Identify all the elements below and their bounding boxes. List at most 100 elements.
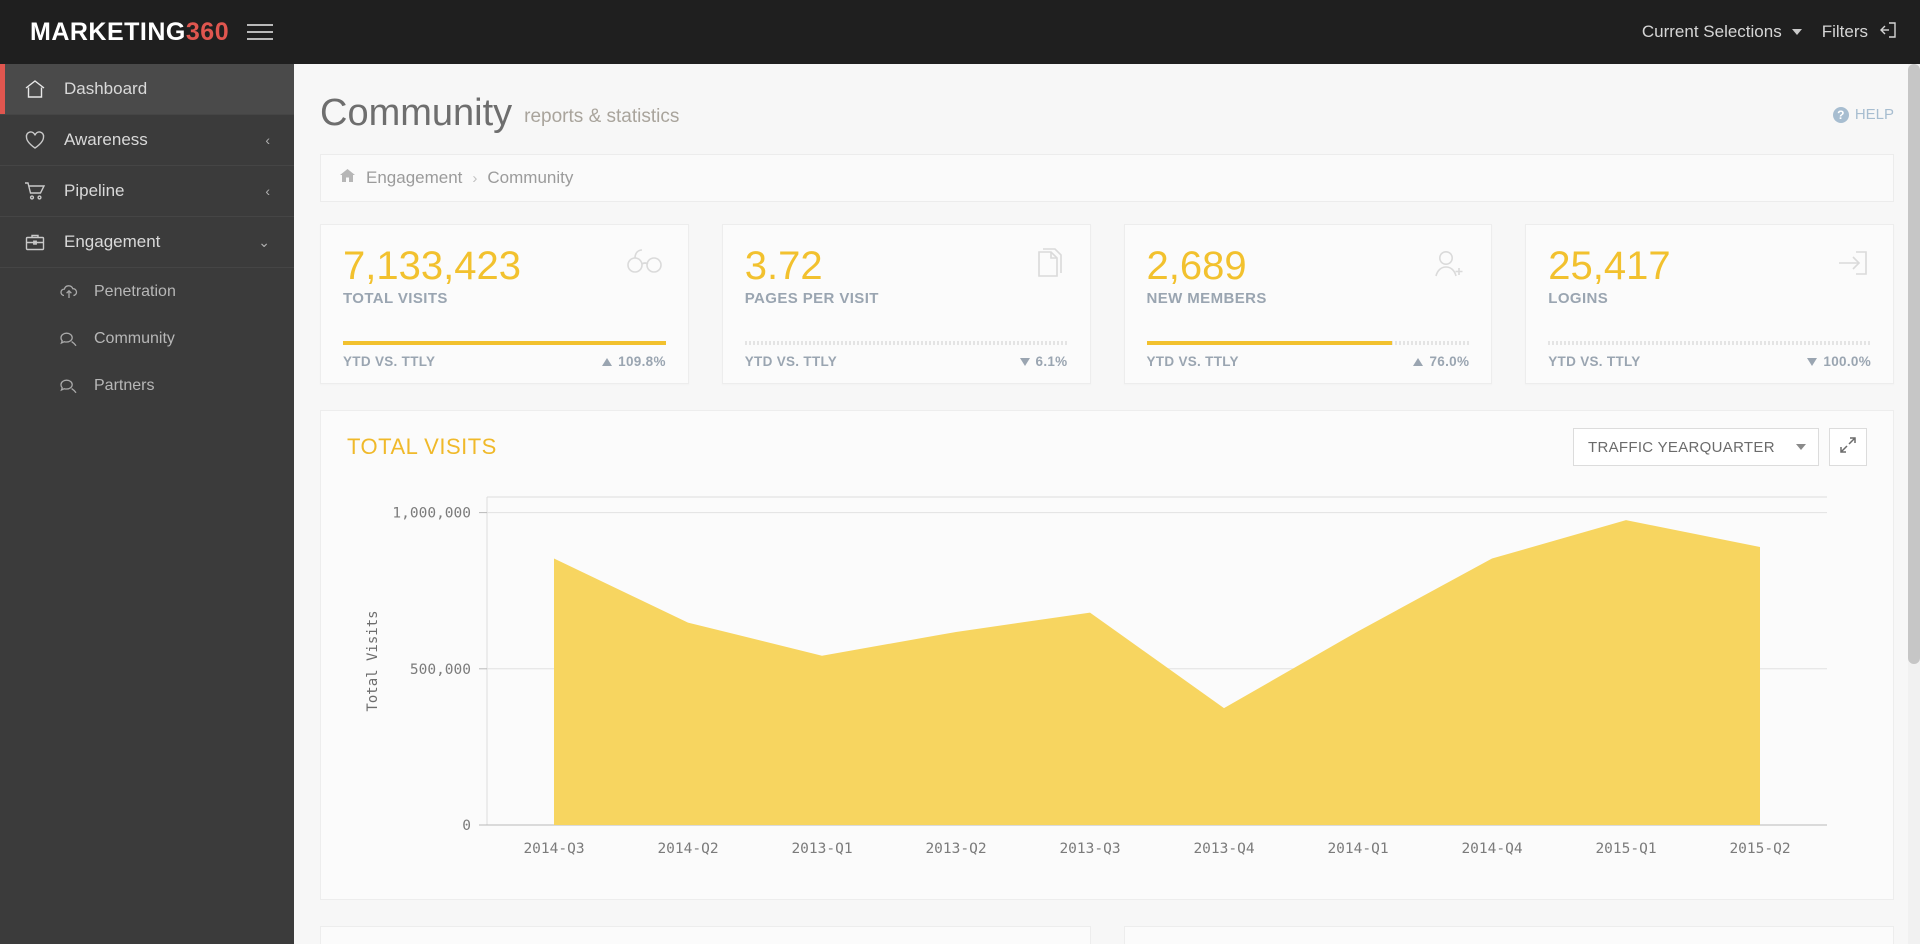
top-bar: MARKETING360 Current Selections Filters: [0, 0, 1920, 64]
kpi-progress-track: [343, 341, 666, 345]
kpi-compare-label: YTD VS. TTLY: [1146, 354, 1239, 369]
expand-icon: [1839, 436, 1857, 459]
sidebar-item-label: Awareness: [64, 130, 148, 149]
sidebar-item-pipeline[interactable]: Pipeline ‹: [0, 166, 294, 217]
kpi-delta-value: 100.0%: [1823, 354, 1871, 369]
kpi-delta: 76.0%: [1413, 354, 1469, 369]
app-logo[interactable]: MARKETING360: [30, 18, 229, 47]
help-label: HELP: [1854, 106, 1894, 123]
sidebar-item-label: Dashboard: [64, 79, 148, 98]
dimension-select-value: TRAFFIC YEARQUARTER: [1588, 438, 1775, 456]
svg-text:2014-Q2: 2014-Q2: [657, 841, 718, 857]
breadcrumb-separator: ›: [472, 169, 478, 187]
kpi-label: TOTAL VISITS: [343, 290, 448, 307]
kpi-footer: YTD VS. TTLY 6.1%: [745, 354, 1068, 369]
kpi-footer: YTD VS. TTLY 109.8%: [343, 354, 666, 369]
glasses-icon: [624, 247, 666, 282]
kpi-label: PAGES PER VISIT: [744, 290, 879, 307]
expand-button[interactable]: [1829, 428, 1867, 466]
question-circle-icon: ?: [1832, 106, 1849, 123]
heart-icon: [20, 127, 50, 153]
user-plus-icon: [1429, 247, 1469, 284]
kpi-value: 2,689: [1146, 244, 1247, 288]
triangle-down-icon: [1019, 357, 1030, 366]
scrollbar-thumb[interactable]: [1908, 64, 1920, 664]
chart-area[interactable]: 0 500,000 1,000,000 Total Visits 2014-Q3 2014…: [321, 483, 1893, 883]
current-selections-button[interactable]: Current Selections: [1642, 22, 1802, 42]
kpi-value: 7,133,423: [343, 244, 521, 288]
cloud-upload-icon: [56, 281, 82, 303]
svg-text:500,000: 500,000: [410, 662, 471, 678]
kpi-delta: 109.8%: [602, 354, 666, 369]
total-visits-area-chart[interactable]: 0 500,000 1,000,000 Total Visits 2014-Q3 2014…: [347, 483, 1867, 873]
breadcrumb-current: Community: [487, 168, 574, 187]
current-selections-label: Current Selections: [1641, 22, 1782, 41]
kpi-delta: 6.1%: [1019, 354, 1068, 369]
chevron-left-icon: ‹: [265, 132, 270, 148]
triangle-up-icon: [602, 357, 613, 366]
pages-icon: [1030, 247, 1068, 286]
page-scrollbar[interactable]: [1908, 64, 1920, 944]
kpi-delta: 100.0%: [1807, 354, 1871, 369]
svg-text:2013-Q3: 2013-Q3: [1059, 841, 1120, 857]
kpi-card-total-visits[interactable]: 7,133,423 TOTAL VISITS YTD VS. TTLY 109.…: [320, 224, 689, 384]
svg-text:2015-Q1: 2015-Q1: [1595, 841, 1656, 857]
home-icon: [339, 168, 356, 188]
kpi-progress-fill: [343, 341, 666, 345]
kpi-card-logins[interactable]: 25,417 LOGINS YTD VS. TTLY 100.0%: [1525, 224, 1894, 384]
svg-text:2014-Q4: 2014-Q4: [1461, 841, 1522, 857]
logo-area: MARKETING360: [0, 0, 294, 64]
chart-panel-header: TOTAL VISITS TRAFFIC YEARQUARTER: [321, 411, 1893, 483]
kpi-delta-value: 6.1%: [1035, 354, 1068, 369]
chat-icon: [56, 375, 82, 397]
bottom-panel-right[interactable]: [1123, 926, 1894, 944]
kpi-card-new-members[interactable]: 2,689 NEW MEMBERS YTD VS. TTLY 76.0%: [1123, 224, 1493, 384]
svg-text:Total Visits: Total Visits: [365, 610, 381, 711]
sidebar-item-awareness[interactable]: Awareness ‹: [0, 115, 294, 166]
logo-accent-text: 360: [185, 17, 230, 46]
sidebar-item-partners[interactable]: Partners: [0, 362, 294, 409]
svg-text:2013-Q2: 2013-Q2: [925, 841, 986, 857]
breadcrumb-parent[interactable]: Engagement: [366, 168, 462, 188]
bottom-panel-left[interactable]: [320, 926, 1091, 944]
kpi-card-pages-per-visit[interactable]: 3.72 PAGES PER VISIT YTD VS. TTLY 6.1%: [721, 224, 1091, 384]
svg-text:2015-Q2: 2015-Q2: [1729, 841, 1790, 857]
sidebar-item-label: Engagement: [64, 232, 161, 251]
chart-toolbar: TRAFFIC YEARQUARTER: [1573, 428, 1867, 466]
page-header: Community reports & statistics ? HELP: [294, 64, 1920, 132]
svg-text:2014-Q3: 2014-Q3: [523, 841, 584, 857]
hamburger-icon[interactable]: [247, 19, 274, 45]
sidebar-item-penetration[interactable]: Penetration: [0, 268, 294, 315]
sidebar-subitem-label: Community: [94, 329, 175, 347]
svg-text:2014-Q1: 2014-Q1: [1327, 841, 1388, 857]
top-bar-actions: Current Selections Filters: [1642, 20, 1920, 45]
chevron-down-icon: [1791, 29, 1802, 35]
kpi-progress-track: [1146, 341, 1470, 345]
svg-text:1,000,000: 1,000,000: [392, 506, 471, 522]
home-icon: [20, 76, 50, 102]
main-content: Community reports & statistics ? HELP En…: [294, 64, 1920, 944]
chevron-left-icon: ‹: [265, 183, 270, 199]
svg-text:0: 0: [462, 818, 471, 834]
kpi-label: NEW MEMBERS: [1146, 290, 1267, 307]
kpi-delta-value: 109.8%: [618, 354, 666, 369]
kpi-compare-label: YTD VS. TTLY: [744, 354, 838, 369]
dimension-select[interactable]: TRAFFIC YEARQUARTER: [1573, 428, 1819, 466]
sidebar-item-engagement[interactable]: Engagement ⌄: [0, 217, 294, 268]
kpi-footer: YTD VS. TTLY 100.0%: [1548, 354, 1871, 369]
chevron-down-icon: ⌄: [258, 234, 270, 250]
kpi-delta-value: 76.0%: [1429, 354, 1470, 369]
filters-button[interactable]: Filters: [1822, 20, 1898, 45]
help-link[interactable]: ? HELP: [1832, 94, 1894, 123]
login-icon: [1833, 247, 1871, 284]
logo-main-text: MARKETING: [30, 17, 186, 46]
briefcase-icon: [20, 229, 50, 255]
sidebar-item-community[interactable]: Community: [0, 315, 294, 362]
sidebar: Dashboard Awareness ‹ Pipeline ‹ Engagem…: [0, 64, 294, 944]
chart-panel: TOTAL VISITS TRAFFIC YEARQUARTER 0 500,00…: [320, 410, 1894, 900]
kpi-footer: YTD VS. TTLY 76.0%: [1147, 354, 1470, 369]
kpi-progress-track: [744, 341, 1068, 345]
page-subtitle: reports & statistics: [524, 106, 680, 127]
kpi-compare-label: YTD VS. TTLY: [343, 354, 436, 369]
sidebar-item-dashboard[interactable]: Dashboard: [0, 64, 294, 115]
